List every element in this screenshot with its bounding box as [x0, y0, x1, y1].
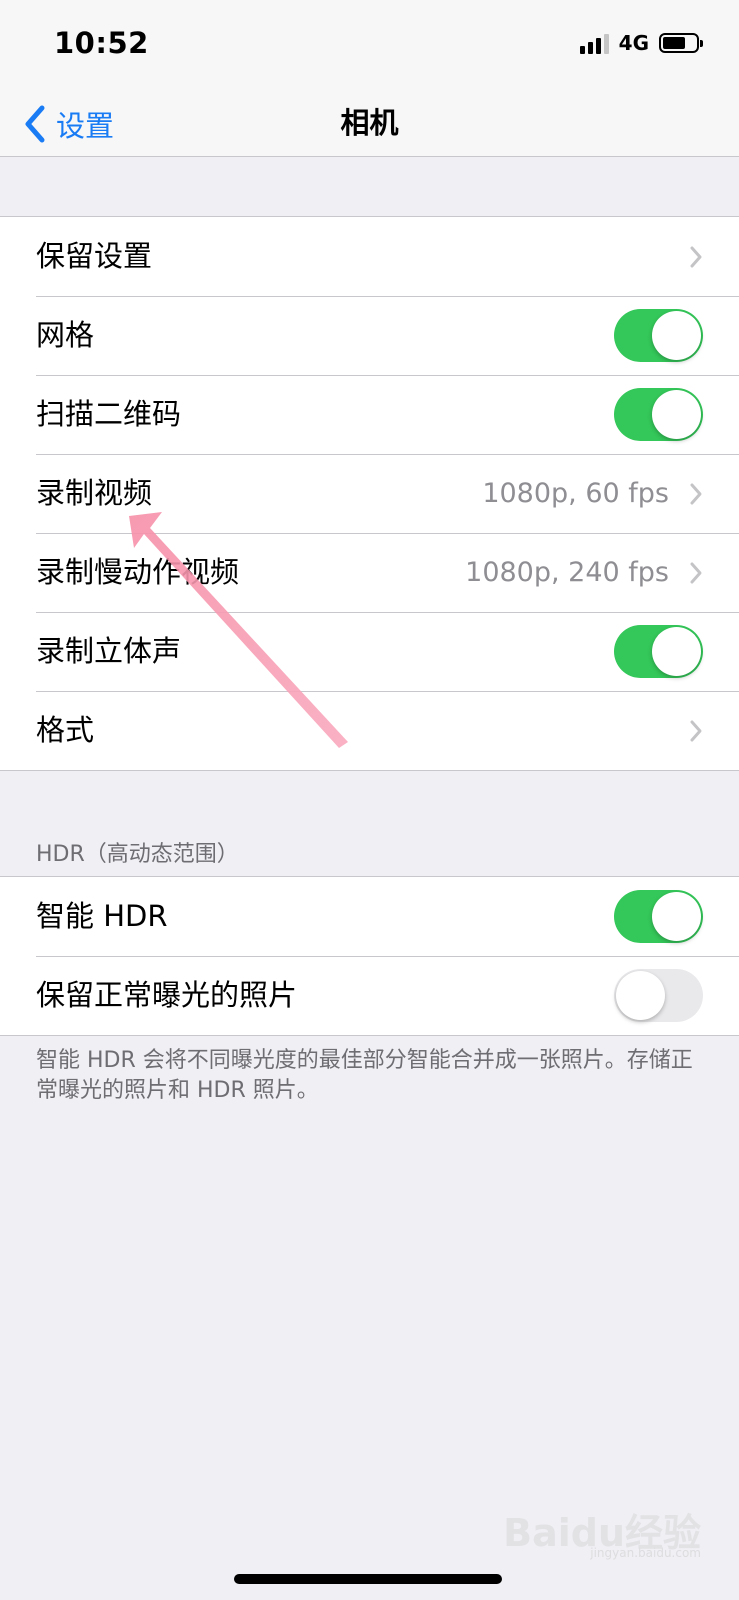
row-record-slo-mo[interactable]: 录制慢动作视频 1080p, 240 fps	[0, 533, 739, 612]
row-value: 1080p, 240 fps	[465, 557, 669, 588]
toggle-knob	[616, 971, 665, 1020]
chevron-right-icon	[690, 246, 702, 268]
row-record-stereo: 录制立体声	[0, 612, 739, 691]
toggle-knob	[652, 627, 701, 676]
row-label: 录制视频	[36, 476, 153, 510]
row-label: 网格	[36, 318, 95, 352]
row-label: 扫描二维码	[36, 397, 182, 431]
row-record-video[interactable]: 录制视频 1080p, 60 fps	[0, 454, 739, 533]
record-stereo-toggle[interactable]	[614, 625, 703, 678]
home-indicator[interactable]	[234, 1574, 502, 1584]
row-label: 智能 HDR	[36, 899, 168, 933]
status-indicators: 4G	[579, 31, 703, 55]
row-label: 格式	[36, 713, 95, 747]
row-value: 1080p, 60 fps	[482, 478, 669, 509]
chevron-right-icon	[690, 720, 702, 742]
network-type: 4G	[618, 31, 649, 55]
chevron-right-icon	[690, 562, 702, 584]
signal-icon	[579, 32, 609, 54]
row-label: 保留正常曝光的照片	[36, 978, 298, 1012]
camera-settings-group: 保留设置 网格 扫描二维码 录制视频 1080p, 60 fps 录制慢动作视频…	[0, 216, 739, 771]
baidu-watermark: Baidu经验 jingyan.baidu.com	[503, 1502, 701, 1560]
navigation-bar: 设置 相机	[0, 90, 739, 157]
scan-qr-toggle[interactable]	[614, 388, 703, 441]
page-title: 相机	[340, 106, 399, 140]
hdr-settings-group: 智能 HDR 保留正常曝光的照片	[0, 876, 739, 1036]
status-bar: 10:52 4G	[0, 0, 739, 90]
smart-hdr-toggle[interactable]	[614, 890, 703, 943]
row-label: 录制慢动作视频	[36, 555, 240, 589]
status-time: 10:52	[54, 26, 149, 60]
toggle-knob	[652, 892, 701, 941]
row-scan-qr-codes: 扫描二维码	[0, 375, 739, 454]
row-preserve-settings[interactable]: 保留设置	[0, 217, 739, 296]
hdr-footer-note: 智能 HDR 会将不同曝光度的最佳部分智能合并成一张照片。存储正常曝光的照片和 …	[36, 1048, 693, 1103]
section-header-hdr: HDR（高动态范围）	[36, 842, 239, 867]
row-label: 保留设置	[36, 239, 153, 273]
row-smart-hdr: 智能 HDR	[0, 877, 739, 956]
toggle-knob	[652, 390, 701, 439]
battery-icon	[659, 33, 703, 53]
keep-normal-photo-toggle[interactable]	[614, 969, 703, 1022]
row-keep-normal-photo: 保留正常曝光的照片	[0, 956, 739, 1035]
chevron-right-icon	[690, 483, 702, 505]
row-grid: 网格	[0, 296, 739, 375]
watermark-site: jingyan.baidu.com	[590, 1546, 701, 1560]
row-formats[interactable]: 格式	[0, 691, 739, 770]
row-label: 录制立体声	[36, 634, 182, 668]
toggle-knob	[652, 311, 701, 360]
grid-toggle[interactable]	[614, 309, 703, 362]
